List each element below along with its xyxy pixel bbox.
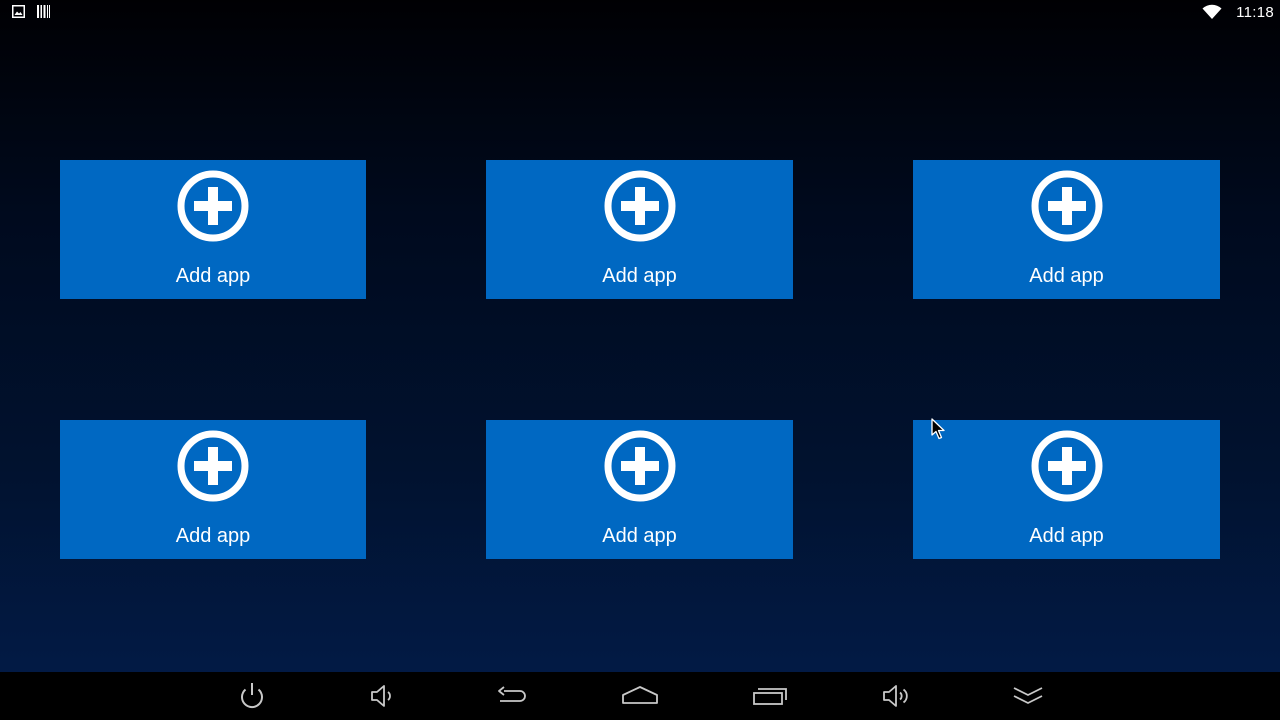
add-app-tile[interactable]: Add app — [913, 160, 1220, 299]
home-icon[interactable] — [622, 680, 658, 712]
add-circle-icon — [604, 430, 676, 507]
add-app-tile[interactable]: Add app — [60, 420, 366, 559]
add-app-tile[interactable]: Add app — [60, 160, 366, 299]
add-circle-icon — [177, 170, 249, 247]
volume-down-icon[interactable] — [366, 680, 398, 712]
volume-up-icon[interactable] — [880, 680, 912, 712]
power-icon[interactable] — [236, 680, 268, 712]
home-screen: 11:18 Add app Add app Add app Add app Ad… — [0, 0, 1280, 720]
status-bar: 11:18 — [0, 0, 1280, 24]
barcode-notification-icon[interactable] — [37, 5, 50, 18]
tile-label: Add app — [1029, 265, 1104, 287]
add-circle-icon — [177, 430, 249, 507]
status-clock: 11:18 — [1236, 3, 1274, 21]
back-icon[interactable] — [496, 680, 528, 712]
tile-label: Add app — [602, 265, 677, 287]
tile-label: Add app — [175, 265, 251, 287]
add-app-tile[interactable]: Add app — [486, 160, 793, 299]
add-app-tile[interactable]: Add app — [486, 420, 793, 559]
image-notification-icon[interactable] — [12, 5, 25, 18]
tile-label: Add app — [175, 525, 251, 547]
hide-bar-icon[interactable] — [1012, 680, 1044, 712]
tile-label: Add app — [1029, 525, 1104, 547]
add-circle-icon — [1031, 170, 1103, 247]
tile-label: Add app — [602, 525, 677, 547]
add-circle-icon — [604, 170, 676, 247]
mouse-pointer-icon — [931, 418, 947, 445]
add-app-tile[interactable]: Add app — [913, 420, 1220, 559]
recent-apps-icon[interactable] — [752, 680, 788, 712]
navigation-bar — [0, 672, 1280, 720]
add-circle-icon — [1031, 430, 1103, 507]
wifi-icon[interactable] — [1202, 4, 1222, 20]
